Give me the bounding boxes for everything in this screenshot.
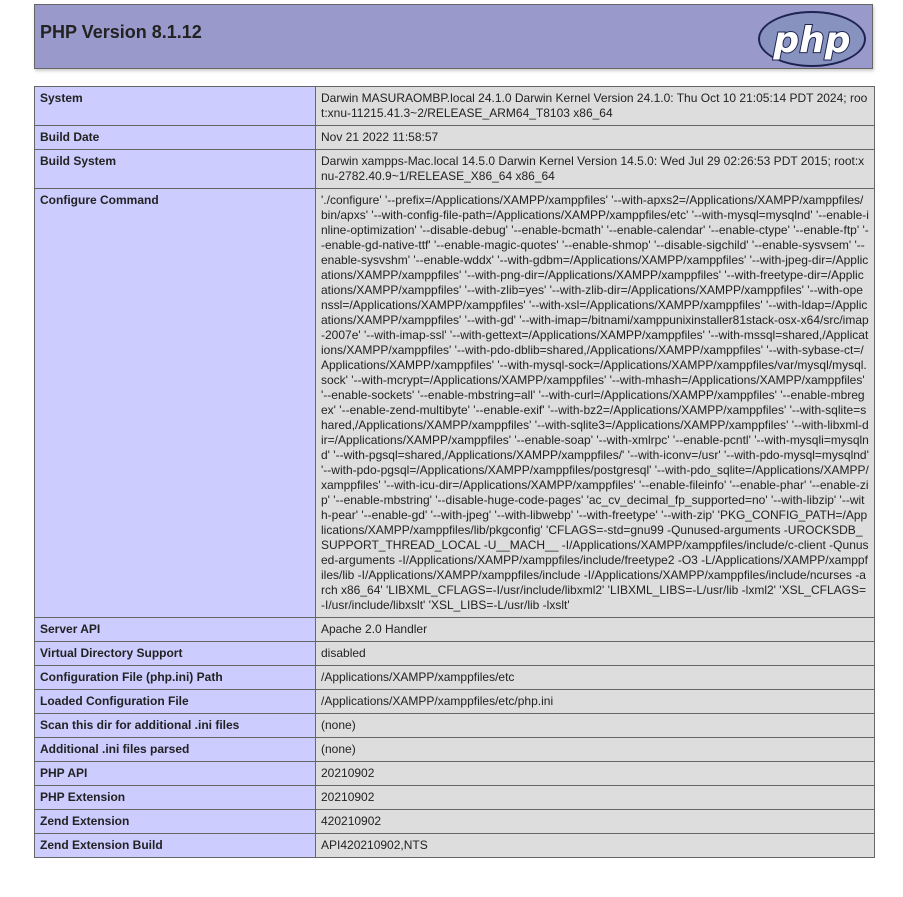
row-key: Configuration File (php.ini) Path <box>34 665 316 690</box>
table-row: PHP Extension 20210902 <box>34 785 875 810</box>
php-logo-icon: php <box>758 11 866 67</box>
table-row: Loaded Configuration File/Applications/X… <box>34 689 875 714</box>
table-row: Build System Darwin xampps-Mac.local 14.5… <box>34 149 875 189</box>
row-value: Apache 2.0 Handler <box>315 617 875 642</box>
table-row: Configuration File (php.ini) Path/Applic… <box>34 665 875 690</box>
info-table: System Darwin MASURAOMBP.local 24.1.0 Dar… <box>34 86 875 858</box>
row-key: PHP Extension <box>34 785 316 810</box>
table-row: Zend Extension 420210902 <box>34 809 875 834</box>
row-value: Darwin xampps-Mac.local 14.5.0 Darwin Ke… <box>315 149 875 189</box>
table-row: Scan this dir for additional .ini files(… <box>34 713 875 738</box>
row-key: Configure Command <box>34 188 316 618</box>
row-value: 20210902 <box>315 785 875 810</box>
row-value: 420210902 <box>315 809 875 834</box>
row-key: Zend Extension Build <box>34 833 316 858</box>
table-row: Zend Extension Build API420210902,NTS <box>34 833 875 858</box>
row-key: Virtual Directory Support <box>34 641 316 666</box>
row-key: System <box>34 86 316 126</box>
row-value: /Applications/XAMPP/xamppfiles/etc/php.i… <box>315 689 875 714</box>
row-value: Nov 21 2022 11:58:57 <box>315 125 875 150</box>
row-key: Server API <box>34 617 316 642</box>
phpinfo-header: PHP Version 8.1.12 php <box>34 4 873 69</box>
table-row: PHP API 20210902 <box>34 761 875 786</box>
page-title: PHP Version 8.1.12 <box>40 22 202 42</box>
row-value: (none) <box>315 737 875 762</box>
row-key: Build System <box>34 149 316 189</box>
table-row: Build Date Nov 21 2022 11:58:57 <box>34 125 875 150</box>
row-key: Additional .ini files parsed <box>34 737 316 762</box>
row-value: 20210902 <box>315 761 875 786</box>
row-value: disabled <box>315 641 875 666</box>
row-value: API420210902,NTS <box>315 833 875 858</box>
row-value: './configure' '--prefix=/Applications/XA… <box>315 188 875 618</box>
row-value: /Applications/XAMPP/xamppfiles/etc <box>315 665 875 690</box>
table-row: Server API Apache 2.0 Handler <box>34 617 875 642</box>
table-row: Additional .ini files parsed (none) <box>34 737 875 762</box>
row-key: Zend Extension <box>34 809 316 834</box>
table-row: Configure Command './configure' '--prefix… <box>34 188 875 618</box>
row-key: Loaded Configuration File <box>34 689 316 714</box>
php-logo-text: php <box>772 20 850 61</box>
row-key: PHP API <box>34 761 316 786</box>
table-row: Virtual Directory Support disabled <box>34 641 875 666</box>
row-key: Scan this dir for additional .ini files <box>34 713 316 738</box>
row-key: Build Date <box>34 125 316 150</box>
row-value: Darwin MASURAOMBP.local 24.1.0 Darwin Ke… <box>315 86 875 126</box>
row-value: (none) <box>315 713 875 738</box>
table-row: System Darwin MASURAOMBP.local 24.1.0 Dar… <box>34 86 875 126</box>
